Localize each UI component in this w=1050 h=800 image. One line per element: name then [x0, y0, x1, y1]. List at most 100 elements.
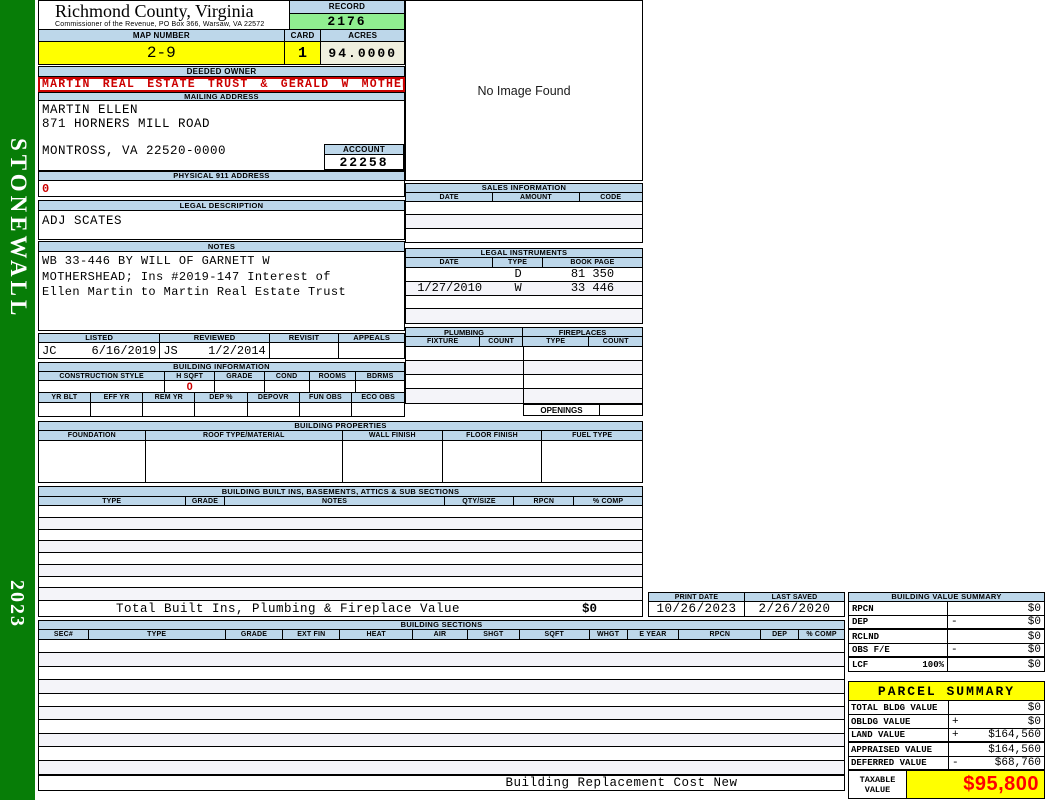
- empty-row: [39, 530, 642, 542]
- building-properties-value-row: [38, 441, 643, 483]
- empty-row: [39, 506, 642, 518]
- listed-by: JC: [42, 343, 57, 358]
- appeals-value: [339, 343, 404, 358]
- record-value: 2176: [290, 14, 404, 29]
- bvs-obs-label: OBS F/E: [852, 645, 890, 655]
- cond-value: [265, 381, 310, 392]
- sales-header-row: DATE AMOUNT CODE: [405, 193, 643, 202]
- account-label: ACCOUNT: [324, 144, 404, 155]
- reviewed-date: 1/2/2014: [208, 343, 266, 358]
- acres-label: ACRES: [348, 30, 378, 40]
- empty-row: [406, 309, 642, 323]
- commissioner-line: Commissioner of the Revenue, PO Box 366,…: [55, 21, 265, 28]
- instruments-rows: D 81 350 1/27/2010 W 33 446: [405, 267, 643, 324]
- print-date-label: PRINT DATE: [649, 593, 746, 601]
- deeded-owner-value: MARTIN REAL ESTATE TRUST & GERALD W MOTH…: [42, 78, 403, 91]
- district-sidebar: STONEWALL 2023: [0, 0, 35, 800]
- fireplace-count-label: COUNT: [602, 338, 629, 345]
- sec-heat-label: HEAT: [340, 630, 414, 639]
- empty-row: [406, 296, 642, 310]
- empty-row: [39, 640, 844, 654]
- instrument-bookpage-label: BOOK PAGE: [570, 259, 615, 266]
- review-value-row: JC 6/16/2019 JS 1/2/2014: [38, 343, 405, 359]
- instrument-row: D 81 350: [406, 267, 642, 282]
- foundation-label: FOUNDATION: [39, 431, 146, 440]
- parcel-info-panel: Richmond County, Virginia Commissioner o…: [38, 0, 405, 417]
- empty-row: [39, 541, 642, 553]
- instrument-bookpage: 81 350: [570, 267, 615, 282]
- empty-row: [39, 733, 844, 748]
- plumbing-label: PLUMBING: [406, 328, 524, 337]
- building-info-value-row-1: 0: [38, 381, 405, 393]
- listed-value: JC 6/16/2019: [39, 343, 161, 358]
- record-label: RECORD: [290, 1, 404, 14]
- account-box: ACCOUNT 22258: [324, 144, 404, 170]
- bvs-obs-value: $0: [1027, 644, 1041, 656]
- openings-row: OPENINGS: [405, 404, 643, 416]
- bvs-rpcn-label: RPCN: [852, 603, 874, 614]
- building-value-summary: BUILDING VALUE SUMMARY RPCN $0 DEP - $0 R…: [848, 592, 1045, 672]
- bvs-dep-label: DEP: [852, 617, 869, 627]
- building-properties-label: BUILDING PROPERTIES: [38, 421, 643, 431]
- sec-dep-label: DEP: [761, 630, 800, 639]
- empty-row: [39, 706, 844, 721]
- building-sections-footer: Building Replacement Cost New: [38, 775, 845, 791]
- plumbing-fireplaces-subheader: FIXTURE COUNT TYPE COUNT: [405, 337, 643, 347]
- deeded-owner-label: DEEDED OWNER: [38, 66, 405, 77]
- bvs-lcf-label: LCF: [852, 659, 869, 670]
- legal-description-row: ADJ SCATES: [38, 211, 405, 240]
- fixture-count-label: COUNT: [480, 337, 524, 346]
- sec-extfin-label: EXT FIN: [283, 630, 341, 639]
- account-value: 22258: [324, 155, 404, 170]
- rooms-label: ROOMS: [310, 372, 357, 380]
- instrument-date: 1/27/2010: [417, 281, 483, 296]
- building-properties-header-row: FOUNDATION ROOF TYPE/MATERIAL WALL FINIS…: [38, 431, 643, 441]
- record-box: RECORD 2176: [289, 1, 404, 29]
- legal-instruments-table: LEGAL INSTRUMENTS DATE TYPE BOOK PAGE D …: [405, 248, 643, 324]
- sales-information-label: SALES INFORMATION: [405, 183, 643, 193]
- last-saved-label: LAST SAVED: [771, 593, 818, 601]
- building-sections-header-row: SEC# TYPE GRADE EXT FIN HEAT AIR SHGT SQ…: [38, 630, 845, 640]
- physical-911-value: 0: [42, 181, 50, 196]
- sec-air-label: AIR: [413, 630, 468, 639]
- bvs-row-rclnd: RCLND $0: [848, 630, 1045, 644]
- reviewed-label: REVIEWED: [160, 334, 270, 342]
- map-value-row: 2-9 1 94.0000: [38, 42, 405, 65]
- openings-value: [600, 404, 643, 416]
- empty-row: [39, 588, 642, 600]
- openings-label: OPENINGS: [523, 404, 600, 416]
- parcel-row-obldg: OBLDG VALUE + $0: [849, 715, 1044, 729]
- card-value: 1: [284, 42, 322, 64]
- listed-label: LISTED: [39, 334, 161, 342]
- reviewed-by: JS: [163, 343, 178, 358]
- land-value: $164,560: [988, 729, 1041, 741]
- sales-code-label: CODE: [600, 193, 622, 201]
- construction-style-value: [39, 381, 166, 392]
- built-in-type-label: TYPE: [39, 497, 186, 505]
- built-in-rpcn-label: RPCN: [514, 497, 575, 505]
- sec-type-label: TYPE: [89, 630, 226, 639]
- county-title-block: Richmond County, Virginia Commissioner o…: [39, 1, 289, 29]
- fireplaces-label: FIREPLACES: [558, 327, 607, 337]
- instrument-row: 1/27/2010 W 33 446: [406, 281, 642, 296]
- sec-num-label: SEC#: [39, 630, 89, 639]
- appeals-label: APPEALS: [353, 333, 391, 343]
- eff-yr-label: EFF YR: [91, 393, 144, 402]
- parcel-row-land: LAND VALUE + $164,560: [849, 729, 1044, 743]
- built-ins-header-row: TYPE GRADE NOTES QTY/SIZE RPCN % COMP: [38, 497, 643, 506]
- listed-date: 6/16/2019: [91, 343, 157, 358]
- obldg-value: $0: [1027, 715, 1041, 728]
- building-sections-table: BUILDING SECTIONS SEC# TYPE GRADE EXT FI…: [38, 620, 845, 775]
- parcel-row-deferred: DEFERRED VALUE - $68,760: [849, 757, 1044, 771]
- sec-eyear-label: E YEAR: [628, 630, 680, 639]
- mailing-address-block: MARTIN ELLEN 871 HORNERS MILL ROAD MONTR…: [38, 101, 405, 171]
- empty-row: [406, 202, 642, 216]
- parcel-row-appraised: APPRAISED VALUE $164,560: [849, 743, 1044, 757]
- built-in-grade-label: GRADE: [186, 497, 226, 505]
- empty-row: [406, 215, 642, 229]
- bdrms-label: BDRMS: [366, 372, 394, 380]
- map-number-label: MAP NUMBER: [39, 30, 285, 41]
- sec-whgt-label: WHGT: [590, 630, 628, 639]
- notes-line-3: Ellen Martin to Martin Real Estate Trust: [42, 285, 347, 299]
- taxable-value: $95,800: [963, 773, 1039, 795]
